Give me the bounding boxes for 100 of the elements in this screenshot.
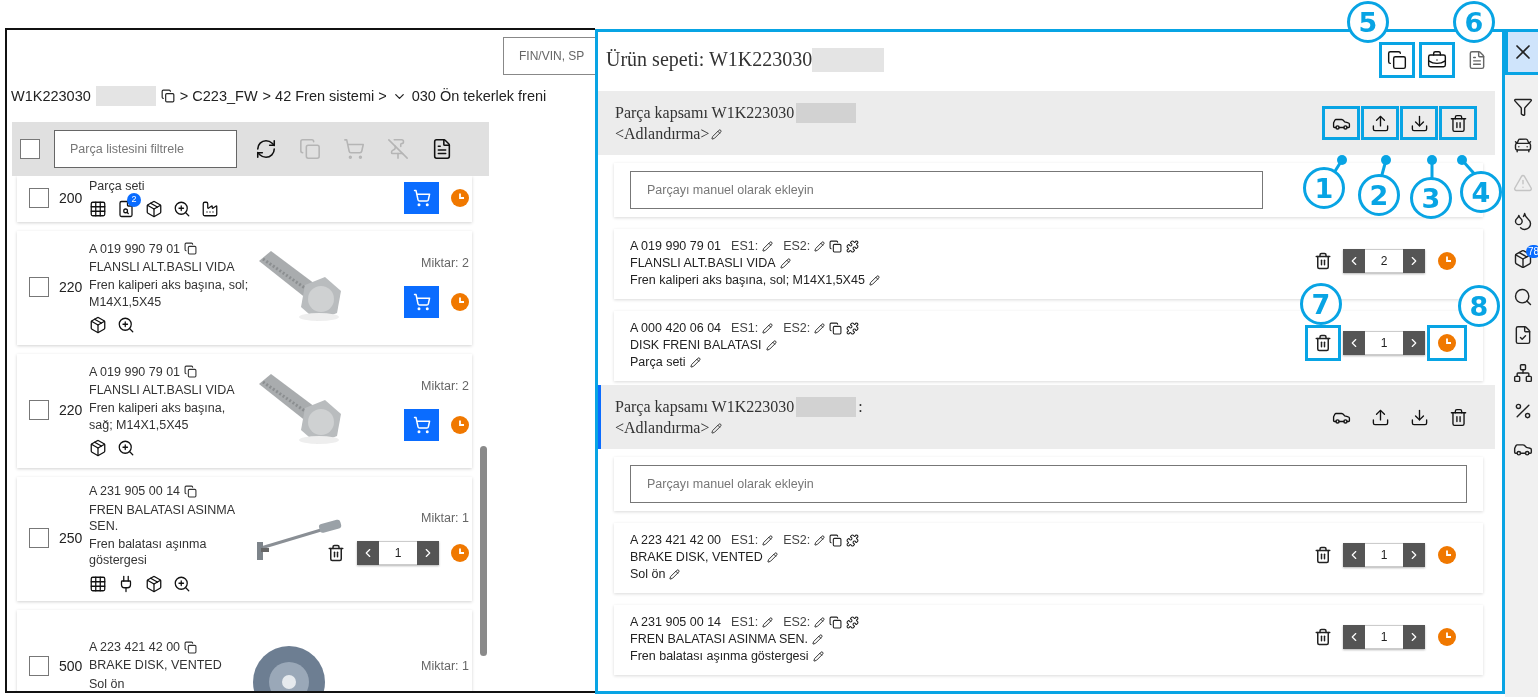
clock-icon[interactable] — [451, 543, 469, 562]
add-to-cart-button[interactable] — [404, 286, 439, 319]
copy-icon[interactable] — [160, 89, 175, 103]
edit-icon[interactable] — [765, 339, 777, 351]
select-all-checkbox[interactable] — [20, 139, 40, 159]
edit-icon[interactable] — [814, 534, 826, 546]
copy-icon — [1387, 49, 1407, 70]
part-name: FLANSLI ALT.BASLI VIDA — [89, 382, 236, 399]
part-number: A 223 421 42 00 — [89, 639, 181, 656]
copy-icon[interactable] — [829, 239, 843, 253]
search-field[interactable]: FIN/VIN, SP — [503, 37, 595, 75]
copy-icon[interactable] — [829, 321, 843, 335]
manual-entry-field[interactable]: Parçayı manuel olarak ekleyin — [630, 465, 1467, 503]
callout-number: 4 — [1460, 171, 1502, 213]
edit-icon[interactable] — [814, 322, 826, 334]
breadcrumb-link[interactable]: 030 Ön tekerlek freni — [411, 88, 547, 104]
edit-icon[interactable] — [766, 551, 778, 563]
edit-icon[interactable] — [762, 322, 774, 334]
edit-icon[interactable] — [762, 240, 774, 252]
clock-icon[interactable] — [1438, 252, 1456, 270]
edit-icon[interactable] — [812, 650, 824, 662]
checkbox[interactable] — [29, 400, 49, 421]
car-icon — [1513, 135, 1533, 155]
puzzle-icon[interactable] — [846, 615, 860, 629]
breadcrumb-link[interactable]: > 42 Fren sistemi > — [262, 88, 387, 104]
edit-icon[interactable] — [779, 257, 791, 269]
add-to-cart-button[interactable] — [404, 409, 439, 442]
part-description: Sol ön — [630, 567, 666, 581]
quantity-value[interactable]: 1 — [1365, 543, 1403, 567]
upload-icon — [1370, 113, 1390, 133]
edit-icon[interactable] — [868, 274, 880, 286]
copy-icon[interactable] — [184, 242, 198, 256]
upload-button[interactable] — [1361, 106, 1399, 140]
copy-icon[interactable] — [184, 640, 198, 654]
group-label: <Adlandırma> — [615, 125, 710, 143]
droplets-icon — [1513, 211, 1533, 231]
document-icon — [1513, 325, 1533, 345]
clock-icon[interactable] — [1438, 628, 1456, 646]
decrease-button[interactable] — [1343, 331, 1365, 355]
puzzle-icon[interactable] — [846, 321, 860, 335]
close-button[interactable] — [1505, 29, 1538, 75]
copy-icon[interactable] — [184, 365, 198, 379]
delete-button[interactable] — [1305, 325, 1341, 361]
download-button[interactable] — [1400, 106, 1438, 140]
decrease-button[interactable] — [1343, 543, 1365, 567]
trash-button[interactable] — [1439, 106, 1477, 140]
puzzle-icon[interactable] — [846, 533, 860, 547]
increase-button[interactable] — [1403, 331, 1425, 355]
checkbox[interactable] — [29, 188, 49, 209]
manual-entry-field[interactable]: Parçayı manuel olarak ekleyin — [630, 171, 1263, 209]
car-button[interactable] — [1322, 106, 1360, 140]
edit-icon[interactable] — [762, 534, 774, 546]
decrease-button[interactable] — [1343, 249, 1365, 273]
part-description: Sol ön — [89, 675, 126, 691]
increase-button[interactable] — [417, 540, 439, 565]
edit-icon[interactable] — [711, 128, 723, 140]
increase-button[interactable] — [1403, 625, 1425, 649]
edit-icon[interactable] — [711, 422, 723, 434]
edit-icon[interactable] — [814, 616, 826, 628]
checkbox[interactable] — [29, 655, 49, 676]
add-button[interactable] — [1419, 41, 1455, 78]
increase-button[interactable] — [1403, 249, 1425, 273]
copy-icon[interactable] — [829, 615, 843, 629]
quantity-value[interactable]: 1 — [379, 540, 417, 565]
clock-icon[interactable] — [451, 189, 469, 208]
edit-icon[interactable] — [669, 568, 681, 580]
decrease-button[interactable] — [357, 540, 379, 565]
document-search-icon — [117, 200, 135, 219]
quantity-value[interactable]: 1 — [1365, 625, 1403, 649]
increase-button[interactable] — [1403, 543, 1425, 567]
filter-field[interactable]: Parça listesini filtrele — [54, 130, 237, 168]
availability-button[interactable] — [1427, 325, 1467, 361]
trash-icon — [1314, 628, 1332, 646]
copy-icon[interactable] — [829, 533, 843, 547]
decrease-button[interactable] — [1343, 625, 1365, 649]
edit-icon[interactable] — [689, 356, 701, 368]
part-name: BRAKE DISK, VENTED — [89, 657, 223, 674]
es1-label: ES1: — [731, 533, 759, 547]
edit-icon[interactable] — [814, 240, 826, 252]
add-to-cart-button[interactable] — [404, 182, 439, 215]
puzzle-icon[interactable] — [846, 239, 860, 253]
quantity-value[interactable]: 2 — [1365, 249, 1403, 273]
copy-icon[interactable] — [184, 484, 198, 498]
clock-icon[interactable] — [1438, 334, 1456, 352]
edit-icon[interactable] — [762, 616, 774, 628]
clock-icon[interactable] — [451, 293, 469, 312]
clock-icon[interactable] — [451, 416, 469, 435]
cart-icon — [412, 416, 431, 435]
checkbox[interactable] — [29, 527, 49, 548]
edit-icon[interactable] — [812, 633, 824, 645]
copy-button[interactable] — [1379, 41, 1415, 78]
breadcrumb-link[interactable]: > C223_FW — [179, 88, 258, 104]
trash-icon[interactable] — [327, 543, 345, 562]
search-icon — [1513, 287, 1533, 307]
clock-icon[interactable] — [1438, 546, 1456, 564]
zoom-icon — [173, 200, 191, 219]
count-badge: 2 — [127, 193, 141, 208]
box-button[interactable]: 78 — [1505, 245, 1538, 273]
quantity-value[interactable]: 1 — [1365, 331, 1403, 355]
checkbox[interactable] — [29, 277, 49, 298]
